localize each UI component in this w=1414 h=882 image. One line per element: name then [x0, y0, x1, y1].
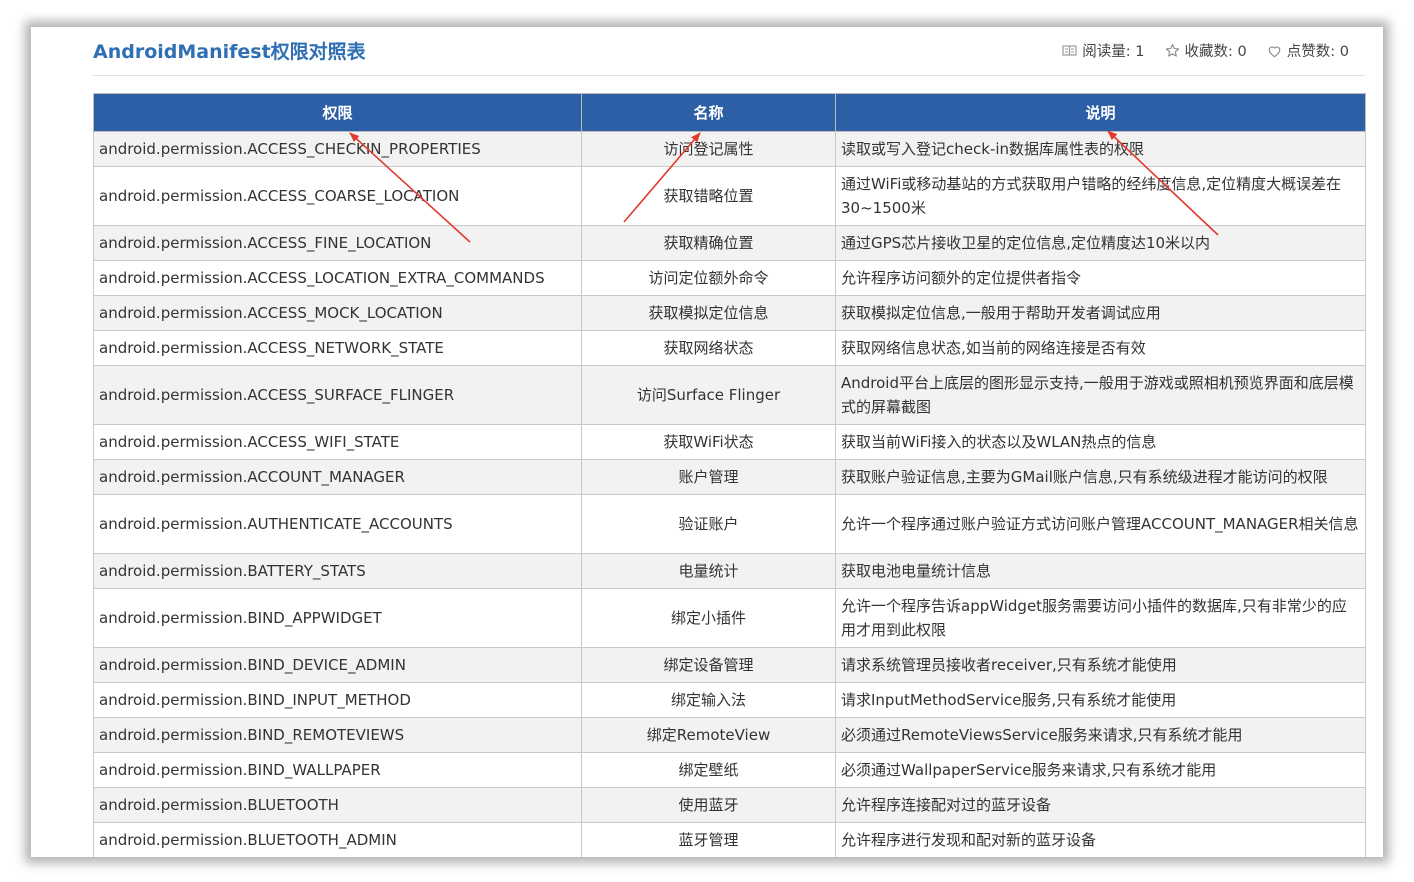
permission-cell: android.permission.BIND_DEVICE_ADMIN	[93, 647, 582, 683]
name-cell: 绑定壁纸	[581, 752, 836, 788]
name-cell: 绑定设备管理	[581, 647, 836, 683]
table-row: android.permission.BIND_REMOTEVIEWS 绑定Rem…	[93, 717, 1366, 753]
table-row: android.permission.ACCESS_WIFI_STATE 获取Wi…	[93, 424, 1366, 460]
description-cell: 读取或写入登记check-in数据库属性表的权限	[835, 131, 1366, 167]
description-cell: 允许一个程序告诉appWidget服务需要访问小插件的数据库,只有非常少的应用才…	[835, 588, 1366, 648]
table-row: android.permission.BIND_DEVICE_ADMIN 绑定设备…	[93, 647, 1366, 683]
table-row: android.permission.BIND_APPWIDGET 绑定小插件 允许…	[93, 588, 1366, 648]
table-row: android.permission.BIND_WALLPAPER 绑定壁纸 必须通…	[93, 752, 1366, 788]
table-row: android.permission.ACCESS_MOCK_LOCATION 获…	[93, 295, 1366, 331]
name-cell: 获取WiFi状态	[581, 424, 836, 460]
table-row: android.permission.ACCOUNT_MANAGER 账户管理 获取…	[93, 459, 1366, 495]
page-title[interactable]: AndroidManifest权限对照表	[93, 37, 366, 64]
name-cell: 获取精确位置	[581, 225, 836, 261]
name-cell: 账户管理	[581, 459, 836, 495]
like-count[interactable]: 点赞数: 0	[1267, 40, 1349, 61]
description-cell: 请求系统管理员接收者receiver,只有系统才能使用	[835, 647, 1366, 683]
name-cell: 访问定位额外命令	[581, 260, 836, 296]
name-cell: 获取网络状态	[581, 330, 836, 366]
description-cell: 允许程序连接配对过的蓝牙设备	[835, 787, 1366, 823]
heart-icon[interactable]	[1267, 44, 1282, 58]
description-cell: 获取模拟定位信息,一般用于帮助开发者调试应用	[835, 295, 1366, 331]
table-row: android.permission.BATTERY_STATS 电量统计 获取电池…	[93, 553, 1366, 589]
description-cell: 获取网络信息状态,如当前的网络连接是否有效	[835, 330, 1366, 366]
permission-cell: android.permission.BLUETOOTH	[93, 787, 582, 823]
table-row: android.permission.AUTHENTICATE_ACCOUNTS…	[93, 494, 1366, 554]
permission-cell: android.permission.ACCESS_SURFACE_FLINGE…	[93, 365, 582, 425]
name-cell: 使用蓝牙	[581, 787, 836, 823]
description-cell: 请求InputMethodService服务,只有系统才能使用	[835, 682, 1366, 718]
stats-bar: 阅读量: 1 收藏数: 0 点赞数: 0	[1062, 40, 1349, 61]
table-header-row: 权限 名称 说明	[93, 93, 1366, 132]
description-cell: 获取当前WiFi接入的状态以及WLAN热点的信息	[835, 424, 1366, 460]
like-count-label: 点赞数: 0	[1286, 44, 1349, 60]
column-header-description: 说明	[835, 93, 1366, 132]
description-cell: 获取账户验证信息,主要为GMail账户信息,只有系统级进程才能访问的权限	[835, 459, 1366, 495]
permission-cell: android.permission.BLUETOOTH_ADMIN	[93, 822, 582, 857]
name-cell: 获取错略位置	[581, 166, 836, 226]
permission-cell: android.permission.ACCESS_FINE_LOCATION	[93, 225, 582, 261]
permission-cell: android.permission.ACCESS_LOCATION_EXTRA…	[93, 260, 582, 296]
column-header-name: 名称	[581, 93, 836, 132]
description-cell: 通过WiFi或移动基站的方式获取用户错略的经纬度信息,定位精度大概误差在30~1…	[835, 166, 1366, 226]
read-count: 阅读量: 1	[1062, 40, 1145, 61]
favorite-count-label: 收藏数: 0	[1184, 44, 1247, 60]
permission-cell: android.permission.ACCESS_CHECKIN_PROPER…	[93, 131, 582, 167]
permission-table: 权限 名称 说明 android.permission.ACCESS_CHECK…	[93, 93, 1366, 857]
content-panel: AndroidManifest权限对照表 阅读量: 1 收藏数: 0 点赞数: …	[31, 27, 1383, 857]
description-cell: 允许程序访问额外的定位提供者指令	[835, 260, 1366, 296]
table-row: android.permission.ACCESS_LOCATION_EXTRA…	[93, 260, 1366, 296]
name-cell: 电量统计	[581, 553, 836, 589]
table-row: android.permission.BIND_INPUT_METHOD 绑定输入…	[93, 682, 1366, 718]
table-row: android.permission.BLUETOOTH 使用蓝牙 允许程序连接配对…	[93, 787, 1366, 823]
description-cell: 获取电池电量统计信息	[835, 553, 1366, 589]
favorite-count[interactable]: 收藏数: 0	[1165, 40, 1247, 61]
table-row: android.permission.ACCESS_NETWORK_STATE 获…	[93, 330, 1366, 366]
permission-cell: android.permission.ACCESS_NETWORK_STATE	[93, 330, 582, 366]
table-row: android.permission.ACCESS_SURFACE_FLINGE…	[93, 365, 1366, 425]
star-icon[interactable]	[1165, 43, 1180, 58]
name-cell: 绑定RemoteView	[581, 717, 836, 753]
permission-cell: android.permission.BIND_INPUT_METHOD	[93, 682, 582, 718]
column-header-permission: 权限	[93, 93, 582, 132]
permission-cell: android.permission.BIND_WALLPAPER	[93, 752, 582, 788]
description-cell: 必须通过RemoteViewsService服务来请求,只有系统才能用	[835, 717, 1366, 753]
name-cell: 访问Surface Flinger	[581, 365, 836, 425]
name-cell: 绑定小插件	[581, 588, 836, 648]
table-row: android.permission.ACCESS_CHECKIN_PROPER…	[93, 131, 1366, 167]
read-count-label: 阅读量: 1	[1082, 44, 1145, 60]
name-cell: 访问登记属性	[581, 131, 836, 167]
table-row: android.permission.ACCESS_FINE_LOCATION 获…	[93, 225, 1366, 261]
description-cell: 允许程序进行发现和配对新的蓝牙设备	[835, 822, 1366, 857]
book-icon	[1062, 44, 1077, 57]
permission-cell: android.permission.AUTHENTICATE_ACCOUNTS	[93, 494, 582, 554]
name-cell: 验证账户	[581, 494, 836, 554]
permission-cell: android.permission.ACCESS_MOCK_LOCATION	[93, 295, 582, 331]
permission-cell: android.permission.BIND_APPWIDGET	[93, 588, 582, 648]
table-row: android.permission.ACCESS_COARSE_LOCATIO…	[93, 166, 1366, 226]
page-header: AndroidManifest权限对照表 阅读量: 1 收藏数: 0 点赞数: …	[93, 35, 1365, 76]
description-cell: Android平台上底层的图形显示支持,一般用于游戏或照相机预览界面和底层模式的…	[835, 365, 1366, 425]
permission-cell: android.permission.BIND_REMOTEVIEWS	[93, 717, 582, 753]
name-cell: 绑定输入法	[581, 682, 836, 718]
table-row: android.permission.BLUETOOTH_ADMIN 蓝牙管理 允许…	[93, 822, 1366, 857]
name-cell: 蓝牙管理	[581, 822, 836, 857]
description-cell: 必须通过WallpaperService服务来请求,只有系统才能用	[835, 752, 1366, 788]
name-cell: 获取模拟定位信息	[581, 295, 836, 331]
description-cell: 允许一个程序通过账户验证方式访问账户管理ACCOUNT_MANAGER相关信息	[835, 494, 1366, 554]
description-cell: 通过GPS芯片接收卫星的定位信息,定位精度达10米以内	[835, 225, 1366, 261]
permission-cell: android.permission.ACCESS_COARSE_LOCATIO…	[93, 166, 582, 226]
permission-cell: android.permission.BATTERY_STATS	[93, 553, 582, 589]
permission-cell: android.permission.ACCOUNT_MANAGER	[93, 459, 582, 495]
permission-cell: android.permission.ACCESS_WIFI_STATE	[93, 424, 582, 460]
